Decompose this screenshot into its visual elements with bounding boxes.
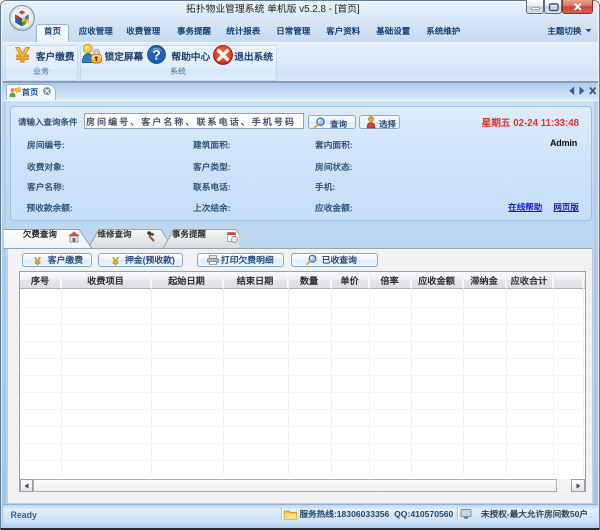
svg-text:¥: ¥ <box>112 256 119 266</box>
svg-text:?: ? <box>152 46 161 62</box>
svg-text:¥: ¥ <box>15 43 29 65</box>
svg-text:¥: ¥ <box>34 256 41 266</box>
